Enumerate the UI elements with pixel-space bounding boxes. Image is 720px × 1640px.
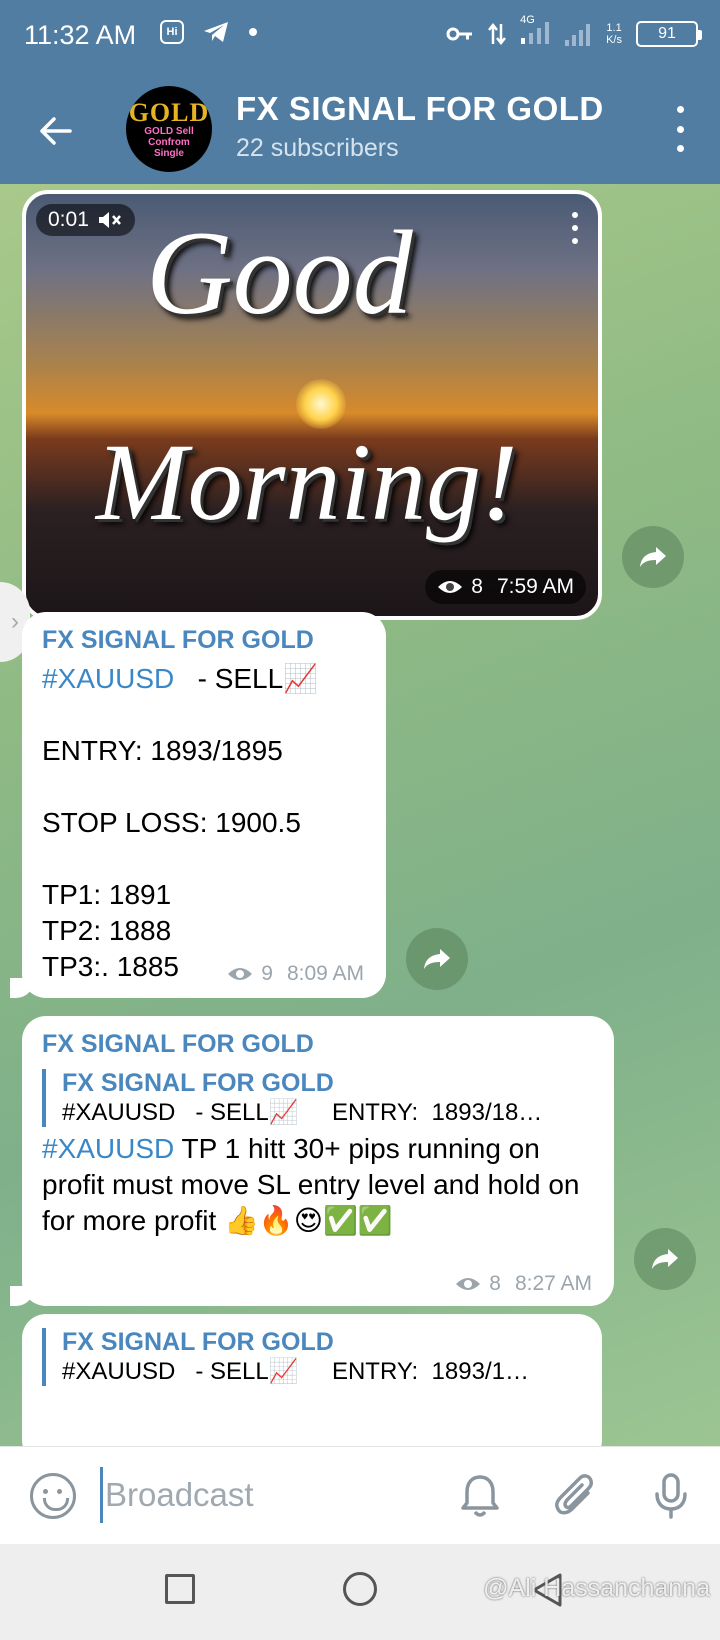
message-time: 7:59 AM [496,575,574,598]
message-input[interactable] [100,1467,420,1523]
message-meta: 8 7:59 AM [425,570,586,604]
video-duration[interactable]: 0:01 [36,204,135,236]
recent-apps-button[interactable] [165,1574,195,1604]
subscriber-count: 22 subscribers [236,134,399,162]
quoted-message[interactable]: FX SIGNAL FOR GOLD #XAUUSD - SELL📈 ENTRY… [42,1328,582,1386]
forward-button[interactable] [406,928,468,990]
message-time: 8:27 AM [514,1272,592,1295]
chat-area[interactable]: Good Morning! 0:01 8 7:59 AM › FX SIGNAL… [0,184,720,1446]
dot-icon [249,28,257,36]
signal-icon: 4G [520,14,550,47]
system-nav-bar: @Ali Hassanchanna [0,1544,720,1640]
key-icon [446,27,473,40]
forward-button[interactable] [634,1228,696,1290]
reply-message[interactable]: FX SIGNAL FOR GOLD FX SIGNAL FOR GOLD #X… [10,1016,614,1306]
status-time: 11:32 AM [24,20,137,50]
eye-icon [456,1278,481,1290]
composer-bar [0,1446,720,1544]
video-message[interactable]: Good Morning! 0:01 8 7:59 AM [22,190,602,620]
eye-icon [228,968,253,980]
network-speed: 1.1 K/s [606,21,622,46]
menu-dot-icon [676,145,684,152]
message-author[interactable]: FX SIGNAL FOR GOLD [42,1030,594,1059]
view-count: 9 [261,962,273,985]
message-meta: 8 8:27 AM [455,1272,592,1296]
hi-app-icon: Hi [160,20,184,44]
message-time: 8:09 AM [286,962,364,985]
bell-icon [461,1475,499,1517]
arrow-left-icon [40,117,72,145]
hashtag-link[interactable]: #XAUUSD [42,663,174,694]
share-arrow-icon [424,949,450,969]
microphone-icon [655,1473,687,1519]
quoted-author: FX SIGNAL FOR GOLD [62,1069,334,1097]
message-body: ENTRY: 1893/1895 STOP LOSS: 1900.5 TP1: … [42,735,301,982]
message-author[interactable]: FX SIGNAL FOR GOLD [42,626,366,655]
view-count: 8 [471,575,483,598]
menu-dot-icon [676,125,684,133]
menu-dot-icon [676,106,684,113]
attach-button[interactable] [550,1469,600,1523]
quoted-message[interactable]: FX SIGNAL FOR GOLD #XAUUSD - SELL📈 ENTRY… [42,1069,594,1127]
back-button[interactable] [30,106,80,156]
message-meta: 9 8:09 AM [227,962,364,986]
image-text-morning: Morning! [96,421,518,543]
hashtag-link[interactable]: #XAUUSD [42,1133,174,1164]
chat-header: GOLD GOLD Sell Confrom Single FX SIGNAL … [0,78,720,184]
status-bar: 11:32 AM Hi 4G 1.1 K/s 91 [0,0,720,78]
battery-icon: 91 [636,20,702,47]
telegram-icon [204,22,228,42]
quoted-text: #XAUUSD - SELL📈 ENTRY: 1893/18… [62,1099,543,1126]
signal-2-icon [565,23,591,46]
mute-icon [98,212,121,228]
eye-icon [438,581,463,593]
view-count: 8 [489,1272,501,1295]
emoji-button[interactable] [30,1473,76,1519]
share-arrow-icon [640,547,666,567]
more-options-button[interactable] [670,106,690,152]
data-transfer-icon [488,22,507,45]
share-arrow-icon [652,1249,678,1269]
media-menu-button[interactable] [570,212,580,244]
quoted-text: #XAUUSD - SELL📈 ENTRY: 1893/1… [62,1358,529,1385]
channel-avatar[interactable]: GOLD GOLD Sell Confrom Single [126,86,212,172]
home-button[interactable] [343,1572,377,1606]
channel-title[interactable]: FX SIGNAL FOR GOLD [236,90,604,128]
notification-toggle-button[interactable] [455,1469,505,1523]
microphone-button[interactable] [646,1469,696,1523]
forward-button[interactable] [622,526,684,588]
reply-message-partial[interactable]: FX SIGNAL FOR GOLD #XAUUSD - SELL📈 ENTRY… [22,1314,602,1446]
image-text-good: Good [146,206,413,339]
watermark: @Ali Hassanchanna [483,1574,710,1602]
paperclip-icon [555,1474,593,1515]
quoted-author: FX SIGNAL FOR GOLD [62,1328,334,1356]
signal-message[interactable]: FX SIGNAL FOR GOLD #XAUUSD - SELL📈 ENTRY… [10,612,386,998]
